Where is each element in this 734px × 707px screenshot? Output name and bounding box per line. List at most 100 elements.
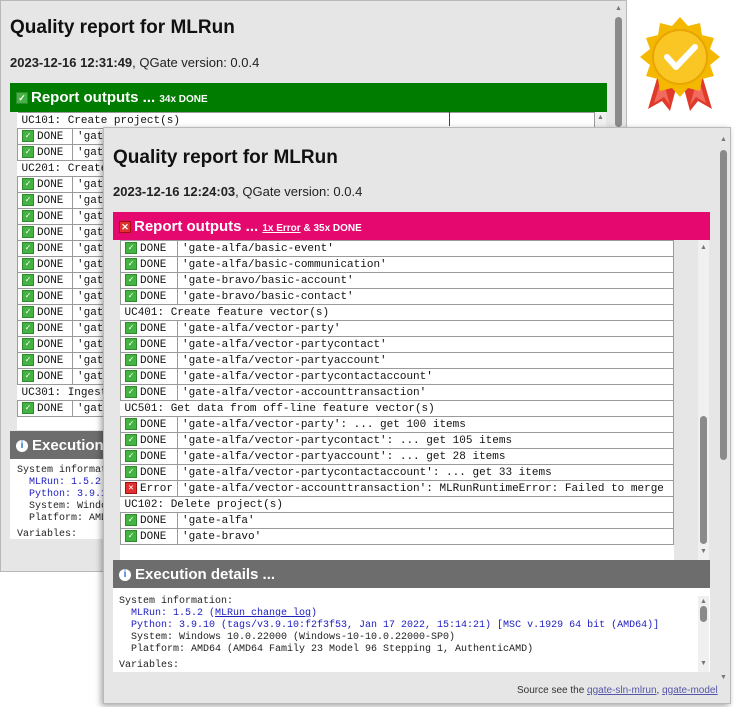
- outputs-scrollbar[interactable]: ▲ ▼: [698, 240, 709, 560]
- status-cell: ✓ DONE: [120, 336, 179, 353]
- python-version: Python: 3.9.10 (tags/v3.9.10:f2f3f53, Ja…: [131, 620, 660, 631]
- output-text: 'gate-alfa/vector-partyaccount': ... get…: [177, 448, 674, 465]
- window-scrollbar[interactable]: ▲ ▼: [718, 128, 729, 703]
- mlrun-changelog-link[interactable]: MLRun change log: [215, 608, 311, 619]
- report-outputs-header[interactable]: ✕ Report outputs ... 1x Error & 35x DONE: [113, 212, 710, 240]
- check-icon: ✓: [22, 242, 34, 255]
- qgate-version: , QGate version: 0.0.4: [132, 55, 260, 70]
- report-meta: 2023-12-16 12:24:03, QGate version: 0.0.…: [113, 184, 362, 199]
- window-scroll-thumb[interactable]: [720, 150, 727, 460]
- status-label: Error: [140, 482, 174, 495]
- check-icon: ✓: [22, 274, 34, 287]
- output-text: 'gate-alfa/basic-communication': [177, 256, 674, 273]
- status-cell: ✓ DONE: [17, 320, 73, 337]
- check-icon: ✓: [125, 322, 137, 335]
- output-text: 'gate-alfa/vector-accounttransaction': [177, 384, 674, 401]
- status-label: DONE: [140, 242, 167, 255]
- report-timestamp: 2023-12-16 12:24:03: [113, 184, 236, 199]
- execution-title: Execution details ...: [135, 566, 276, 583]
- status-cell: ✓ DONE: [120, 288, 179, 305]
- status-label: DONE: [37, 178, 64, 191]
- output-text: 'gate-alfa/vector-partycontact': [177, 336, 674, 353]
- check-icon: ✓: [22, 338, 34, 351]
- qgate-model-link[interactable]: qgate-model: [662, 685, 718, 696]
- done-row: ✓ DONE'gate-bravo': [120, 528, 674, 545]
- status-cell: ✓ DONE: [17, 240, 73, 257]
- status-label: DONE: [140, 466, 167, 479]
- done-row: ✓ DONE'gate-alfa/vector-partyaccount': [120, 352, 674, 369]
- details-scroll-down-icon[interactable]: ▼: [698, 660, 709, 667]
- status-cell: ✓ DONE: [17, 128, 73, 145]
- system-version: System: Windows 10.0.22000 (Windows-10-1…: [131, 632, 456, 643]
- check-icon: ✓: [22, 210, 34, 223]
- output-text: 'gate-alfa/vector-partycontactaccount': …: [177, 464, 674, 481]
- output-text: 'gate-bravo': [177, 528, 674, 545]
- check-icon: ✓: [22, 130, 34, 143]
- check-icon: ✓: [125, 450, 137, 463]
- check-icon: ✓: [125, 466, 137, 479]
- check-icon: ✓: [22, 258, 34, 271]
- status-cell: ✓ DONE: [17, 192, 73, 209]
- status-label: DONE: [37, 146, 64, 159]
- window-scroll-up-icon[interactable]: ▲: [718, 136, 729, 143]
- use-case-label: UC401: Create feature vector(s): [120, 304, 674, 321]
- check-icon: ✓: [125, 338, 137, 351]
- check-icon: ✓: [125, 418, 137, 431]
- status-cell: ✓ DONE: [17, 224, 73, 241]
- status-label: DONE: [140, 434, 167, 447]
- status-cell: ✓ DONE: [17, 256, 73, 273]
- check-icon: ✓: [22, 146, 34, 159]
- use-case-row: UC102: Delete project(s): [120, 496, 674, 513]
- check-icon: ✓: [125, 514, 137, 527]
- output-text: 'gate-alfa/vector-partycontactaccount': [177, 368, 674, 385]
- status-label: DONE: [140, 354, 167, 367]
- status-cell: ✓ DONE: [17, 352, 73, 369]
- use-case-label: UC501: Get data from off-line feature ve…: [120, 400, 674, 417]
- status-label: DONE: [140, 514, 167, 527]
- report-timestamp: 2023-12-16 12:31:49: [10, 55, 133, 70]
- status-label: DONE: [37, 242, 64, 255]
- scroll-up-icon[interactable]: ▲: [595, 114, 606, 121]
- window-scroll-thumb[interactable]: [615, 17, 622, 127]
- use-case-label: UC102: Delete project(s): [120, 496, 674, 513]
- status-cell: ✓ DONE: [120, 256, 179, 273]
- status-label: DONE: [140, 258, 167, 271]
- status-cell: ✓ DONE: [120, 528, 179, 545]
- page-title: Quality report for MLRun: [113, 147, 338, 168]
- status-cell: ✓ DONE: [17, 368, 73, 385]
- scroll-down-icon[interactable]: ▼: [698, 548, 709, 555]
- window-scroll-down-icon[interactable]: ▼: [718, 674, 729, 681]
- details-scroll-thumb[interactable]: [700, 606, 707, 622]
- mlrun-version: MLRun: 1.5.2 (MLRun change log): [131, 608, 318, 619]
- outputs-scroll-thumb[interactable]: [700, 416, 707, 544]
- status-cell: ✓ DONE: [17, 400, 73, 417]
- front-report-window: Quality report for MLRun 2023-12-16 12:2…: [103, 127, 731, 704]
- details-scrollbar[interactable]: ▲ ▼: [698, 596, 709, 672]
- window-scroll-up-icon[interactable]: ▲: [613, 5, 624, 12]
- report-outputs-summary: 34x DONE: [159, 94, 208, 105]
- qgate-sln-mlrun-link[interactable]: qgate-sln-mlrun: [587, 685, 656, 696]
- done-row: ✓ DONE'gate-alfa/basic-event': [120, 240, 674, 257]
- error-count-link[interactable]: 1x Error: [262, 223, 300, 234]
- report-meta: 2023-12-16 12:31:49, QGate version: 0.0.…: [10, 55, 259, 70]
- check-icon: ✓: [125, 242, 137, 255]
- report-outputs-header[interactable]: ✓ Report outputs ... 34x DONE: [10, 83, 607, 112]
- error-row: ✕ Error'gate-alfa/vector-accounttransacti…: [120, 480, 674, 497]
- quality-badge-icon: [640, 17, 720, 111]
- check-icon: ✓: [22, 290, 34, 303]
- check-icon: ✓: [22, 226, 34, 239]
- execution-details-header[interactable]: i Execution details ...: [113, 560, 710, 588]
- status-label: DONE: [37, 226, 64, 239]
- output-text: 'gate-alfa/vector-party': ... get 100 it…: [177, 416, 674, 433]
- scroll-up-icon[interactable]: ▲: [698, 244, 709, 251]
- done-row: ✓ DONE'gate-alfa/vector-partycontact': [120, 336, 674, 353]
- status-cell: ✓ DONE: [17, 288, 73, 305]
- output-text: 'gate-bravo/basic-contact': [177, 288, 674, 305]
- check-icon: ✓: [22, 322, 34, 335]
- check-icon: ✓: [125, 370, 137, 383]
- details-scroll-up-icon[interactable]: ▲: [698, 598, 709, 605]
- status-label: DONE: [140, 290, 167, 303]
- done-row: ✓ DONE'gate-alfa/basic-communication': [120, 256, 674, 273]
- done-row: ✓ DONE'gate-bravo/basic-account': [120, 272, 674, 289]
- check-icon: ✓: [125, 290, 137, 303]
